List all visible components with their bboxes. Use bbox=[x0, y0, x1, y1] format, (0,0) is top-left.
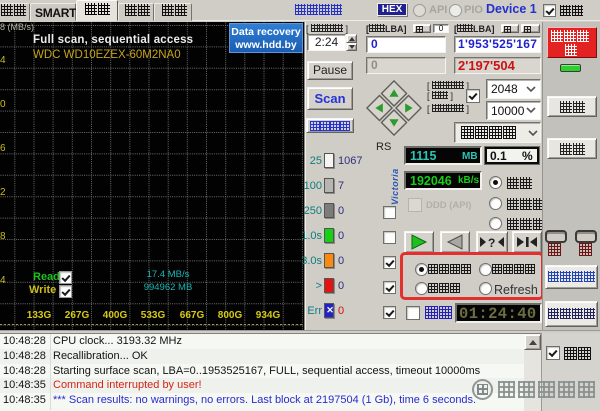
svg-text:?: ? bbox=[488, 236, 495, 249]
